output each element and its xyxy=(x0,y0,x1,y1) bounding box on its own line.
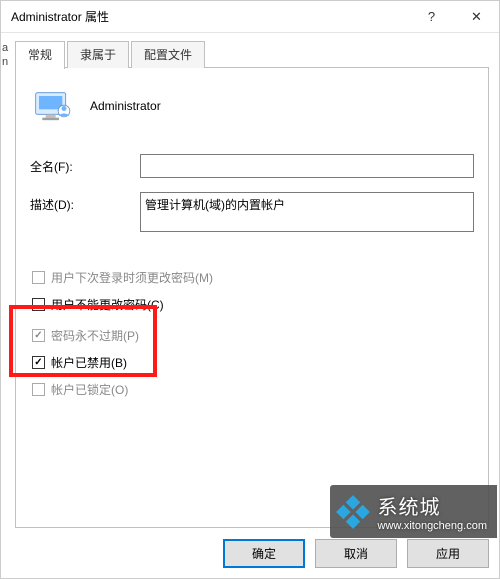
fullname-label: 全名(F): xyxy=(30,154,140,175)
fullname-row: 全名(F): xyxy=(30,154,474,178)
checkbox-icon xyxy=(32,356,45,369)
cancel-button[interactable]: 取消 xyxy=(315,539,397,568)
watermark-url: www.xitongcheng.com xyxy=(378,520,487,532)
title-bar: Administrator 属性 ? ✕ xyxy=(1,1,499,33)
left-edge-hint: a n xyxy=(1,41,9,578)
tab-general[interactable]: 常规 xyxy=(15,41,65,69)
identity-block: Administrator xyxy=(30,82,474,136)
check-label: 用户下次登录时须更改密码(M) xyxy=(51,269,213,286)
tab-memberof[interactable]: 隶属于 xyxy=(67,41,129,68)
checkbox-icon xyxy=(32,329,45,342)
user-icon xyxy=(34,86,74,126)
window-title: Administrator 属性 xyxy=(11,8,409,25)
checkbox-icon xyxy=(32,298,45,311)
description-input[interactable]: 管理计算机(域)的内置帐户 xyxy=(140,192,474,232)
description-label: 描述(D): xyxy=(30,192,140,213)
tab-bar: 常规 隶属于 配置文件 xyxy=(1,33,499,68)
check-account-disabled[interactable]: 帐户已禁用(B) xyxy=(30,354,474,371)
ok-button[interactable]: 确定 xyxy=(223,539,305,568)
apply-button[interactable]: 应用 xyxy=(407,539,489,568)
check-label: 帐户已禁用(B) xyxy=(51,354,127,371)
check-password-never-expires: 密码永不过期(P) xyxy=(30,327,474,344)
tab-profile[interactable]: 配置文件 xyxy=(131,41,205,68)
fullname-input[interactable] xyxy=(140,154,474,178)
check-account-locked: 帐户已锁定(O) xyxy=(30,381,474,398)
watermark: 系统城 www.xitongcheng.com xyxy=(330,485,497,538)
close-button[interactable]: ✕ xyxy=(454,2,499,32)
help-button[interactable]: ? xyxy=(409,2,454,32)
watermark-brand: 系统城 xyxy=(378,491,487,520)
check-label: 密码永不过期(P) xyxy=(51,327,139,344)
tab-panel-general: Administrator 全名(F): 描述(D): 管理计算机(域)的内置帐… xyxy=(15,68,489,528)
check-cannot-change-password[interactable]: 用户不能更改密码(C) xyxy=(30,296,474,313)
watermark-logo-icon xyxy=(336,495,370,529)
dialog-button-bar: 确定 取消 应用 xyxy=(223,539,489,568)
account-name: Administrator xyxy=(90,99,161,113)
window-controls: ? ✕ xyxy=(409,2,499,32)
check-label: 帐户已锁定(O) xyxy=(51,381,128,398)
check-label: 用户不能更改密码(C) xyxy=(51,296,164,313)
checkbox-icon xyxy=(32,383,45,396)
checkbox-icon xyxy=(32,271,45,284)
check-must-change-password: 用户下次登录时须更改密码(M) xyxy=(30,269,474,286)
description-row: 描述(D): 管理计算机(域)的内置帐户 xyxy=(30,192,474,235)
